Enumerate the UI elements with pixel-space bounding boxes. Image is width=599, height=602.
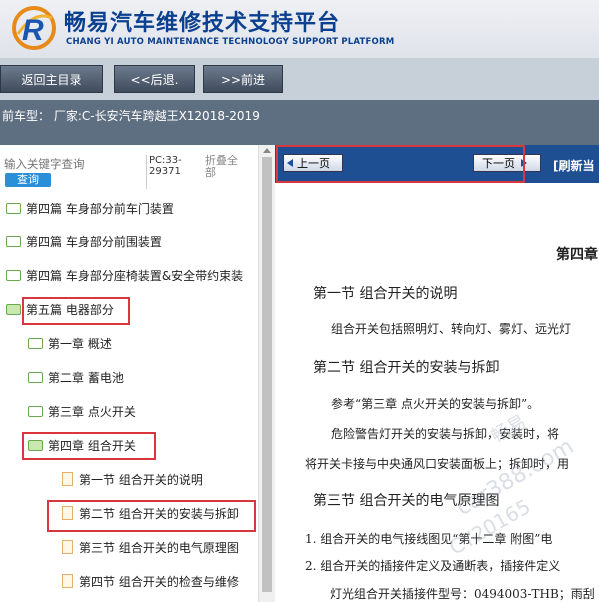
section-heading: 第二节 组合开关的安装与拆卸 [313, 360, 500, 376]
tree-item[interactable]: 第一章 概述 [28, 332, 112, 356]
app-header: R 畅易汽车维修技术支持平台 CHANG YI AUTO MAINTENANCE… [0, 0, 599, 58]
vehicle-info: 前车型： 厂家:C-长安汽车跨越王X12018-2019 [2, 109, 260, 123]
paragraph: 参考“第三章 点火开关的安装与拆卸”。 [331, 397, 540, 411]
tree-item-label: 第三章 点火开关 [48, 405, 136, 419]
tree-item[interactable]: 第三章 点火开关 [28, 400, 136, 424]
tree-item-label: 第四篇 车身部分前围装置 [26, 235, 162, 249]
tree-panel: 查询 PC:33-29371 折叠全部 第四篇 车身部分前车门装置 第四篇 车身… [0, 145, 275, 602]
highlight-box [47, 500, 256, 532]
highlight-box [22, 297, 130, 325]
paragraph: 组合开关包括照明灯、转向灯、雾灯、远光灯 [331, 322, 572, 336]
app-title: 畅易汽车维修技术支持平台 [64, 11, 341, 36]
tree-item-label: 第一节 组合开关的说明 [79, 473, 203, 487]
tree-item-label: 第二章 蓄电池 [48, 371, 124, 385]
chapter-title: 第四章 [556, 247, 598, 263]
back-button[interactable]: <<后退. [114, 65, 195, 93]
forward-button[interactable]: >>前进 [203, 65, 283, 93]
document-icon [62, 540, 73, 554]
back-to-index-button[interactable]: 返回主目录 [0, 65, 103, 93]
tree-item-label: 第四篇 车身部分座椅装置&安全带约束装 [26, 269, 244, 283]
tree-item[interactable]: 第二章 蓄电池 [28, 366, 124, 390]
document-icon [62, 574, 73, 588]
folder-icon [6, 236, 21, 247]
tree-scrollbar[interactable] [258, 145, 275, 602]
folder-open-icon [6, 304, 21, 315]
highlight-box [22, 432, 156, 460]
folder-icon [28, 372, 43, 383]
search-button[interactable]: 查询 [5, 173, 51, 187]
folder-icon [6, 203, 21, 214]
refresh-link[interactable]: [刷新当 [553, 157, 595, 174]
tree-item-label: 第四节 组合开关的检查与维修 [79, 575, 239, 589]
scrollbar-thumb[interactable] [262, 157, 272, 592]
section-heading: 第一节 组合开关的说明 [313, 286, 458, 302]
folder-icon [28, 406, 43, 417]
list-item: 灯光组合开关插接件型号：0494003-THB；雨刮 [330, 587, 595, 601]
tree-item[interactable]: 第一节 组合开关的说明 [62, 468, 203, 492]
tree-item-label: 第四篇 车身部分前车门装置 [26, 202, 174, 216]
tree-item[interactable]: 第四篇 车身部分座椅装置&安全带约束装 [6, 264, 243, 288]
collapse-all-button[interactable]: 折叠全部 [205, 155, 245, 179]
nav-bar: 返回主目录 <<后退. >>前进 [0, 58, 599, 100]
search-input[interactable] [4, 157, 144, 173]
watermark: 畅易 [487, 411, 530, 448]
tree-item[interactable]: 第三节 组合开关的电气原理图 [62, 536, 239, 560]
tree-item[interactable]: 第四篇 车身部分前车门装置 [6, 197, 174, 221]
vehicle-bar: 前车型： 厂家:C-长安汽车跨越王X12018-2019 [0, 100, 599, 145]
document-icon [62, 472, 73, 486]
document-panel: 上一页 下一页 [刷新当 第四章 第一节 组合开关的说明 组合开关包括照明灯、转… [275, 145, 599, 602]
folder-icon [28, 338, 43, 349]
pc-code: PC:33-29371 [146, 155, 197, 189]
folder-icon [6, 270, 21, 281]
search-area: 查询 PC:33-29371 折叠全部 [0, 145, 258, 191]
tree-item-label: 第三节 组合开关的电气原理图 [79, 541, 239, 555]
tree-item[interactable]: 第四篇 车身部分前围装置 [6, 230, 162, 254]
app-subtitle: CHANG YI AUTO MAINTENANCE TECHNOLOGY SUP… [66, 37, 395, 47]
tree-item[interactable]: 第四节 组合开关的检查与维修 [62, 570, 239, 594]
svg-text:R: R [22, 14, 44, 47]
scroll-up-icon[interactable] [263, 148, 271, 153]
list-item: 2. 组合开关的插接件定义及通断表，插接件定义 [305, 559, 561, 573]
highlight-box [276, 145, 525, 183]
tree-item-label: 第一章 概述 [48, 337, 112, 351]
list-item: 1. 组合开关的电气接线图见“第十二章 附图”电 [305, 532, 553, 546]
logo-icon: R [12, 6, 56, 50]
